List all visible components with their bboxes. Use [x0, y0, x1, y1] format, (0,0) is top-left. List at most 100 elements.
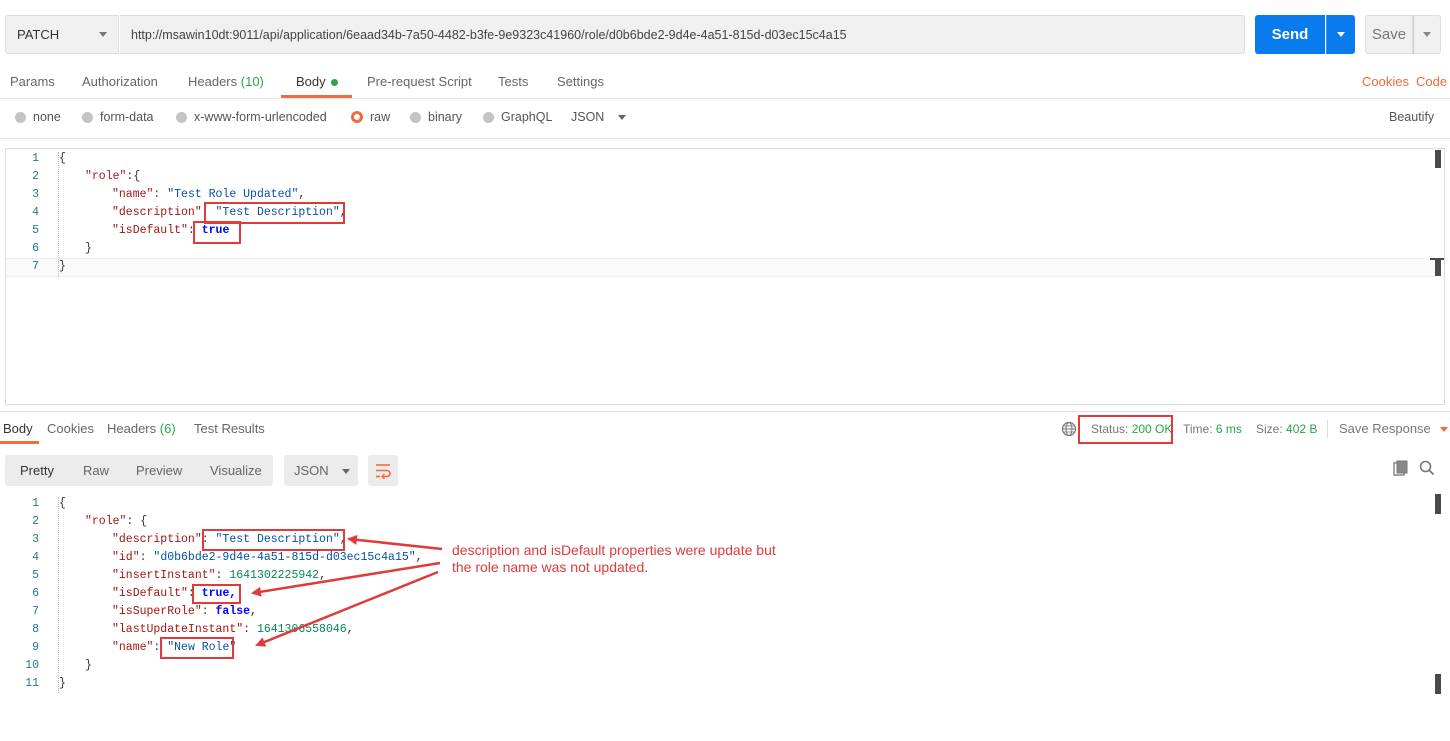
indent-guide — [58, 497, 60, 693]
line-number: 3 — [32, 188, 39, 201]
view-pretty[interactable]: Pretty — [20, 463, 54, 478]
save-options-button[interactable] — [1413, 15, 1441, 54]
radio-binary-label: binary — [428, 110, 463, 124]
radio-form-data[interactable]: form-data — [82, 110, 154, 124]
scrollbar-thumb[interactable] — [1435, 150, 1441, 168]
time-value: 6 ms — [1215, 422, 1242, 436]
json-key: "isSuperRole" — [112, 605, 202, 618]
response-tab-headers-label: Headers — [107, 421, 157, 436]
copy-icon[interactable] — [1393, 460, 1409, 479]
save-button[interactable]: Save — [1365, 15, 1413, 54]
code-link[interactable]: Code — [1416, 74, 1447, 98]
json-key: "id" — [112, 551, 140, 564]
highlight-box — [202, 529, 345, 551]
brace: } — [59, 260, 66, 273]
save-response-label: Save Response — [1339, 421, 1431, 436]
json-value: "d0b6bde2-9d4e-4a51-815d-d03ec15c4a15" — [153, 551, 416, 564]
beautify-link[interactable]: Beautify — [1389, 110, 1434, 124]
json-value: false — [215, 605, 251, 618]
view-raw-label: Raw — [83, 463, 110, 478]
radio-form-data-label: form-data — [100, 110, 154, 124]
code-line: "id": "d0b6bde2-9d4e-4a51-815d-d03ec15c4… — [112, 551, 423, 564]
radio-icon — [176, 111, 187, 123]
view-visualize[interactable]: Visualize — [210, 463, 262, 478]
format-label: JSON — [571, 110, 605, 124]
response-scrollbar-thumb[interactable] — [1435, 494, 1441, 514]
chevron-down-icon — [99, 32, 107, 37]
response-scrollbar-marker — [1435, 674, 1441, 694]
radio-urlencoded[interactable]: x-www-form-urlencoded — [176, 110, 327, 124]
json-key: "role" — [85, 170, 127, 183]
view-visualize-label: Visualize — [210, 463, 262, 478]
line-number: 7 — [32, 605, 39, 618]
radio-urlencoded-label: x-www-form-urlencoded — [194, 110, 327, 124]
line-number: 9 — [32, 641, 39, 654]
tab-headers-label: Headers — [188, 74, 238, 89]
response-tab-body[interactable]: Body — [3, 421, 33, 436]
response-tab-cookies[interactable]: Cookies — [47, 421, 94, 436]
options-divider — [0, 138, 1450, 139]
response-format-label: JSON — [294, 463, 329, 478]
save-response-button[interactable]: Save Response — [1339, 421, 1448, 436]
url-input[interactable]: http://msawin10dt:9011/api/application/6… — [120, 15, 1245, 54]
tab-settings[interactable]: Settings — [557, 74, 604, 98]
tab-params[interactable]: Params — [10, 74, 55, 98]
line-number: 3 — [32, 533, 39, 546]
tab-tests-label: Tests — [498, 74, 529, 89]
format-select[interactable]: JSON — [571, 110, 627, 124]
globe-icon[interactable] — [1061, 421, 1077, 440]
chevron-down-icon — [618, 114, 627, 120]
radio-raw[interactable]: raw — [351, 110, 390, 124]
radio-binary[interactable]: binary — [410, 110, 462, 124]
indent-guide — [58, 152, 60, 276]
radio-graphql[interactable]: GraphQL — [483, 110, 552, 124]
json-key: "role" — [85, 515, 127, 528]
response-tab-headers[interactable]: Headers (6) — [107, 421, 176, 436]
radio-icon — [82, 111, 93, 123]
radio-none[interactable]: none — [15, 110, 61, 124]
highlight-box — [192, 584, 241, 604]
code-line: { — [59, 497, 66, 510]
line-number: 5 — [32, 224, 39, 237]
send-options-button[interactable] — [1326, 15, 1355, 54]
tabs-divider — [0, 98, 1450, 99]
brace: { — [59, 152, 66, 165]
chevron-down-icon — [341, 469, 350, 475]
size-indicator: Size: 402 B — [1256, 422, 1317, 436]
search-icon[interactable] — [1419, 460, 1435, 479]
json-value: "Test Role Updated" — [167, 188, 299, 201]
send-label: Send — [1271, 26, 1309, 43]
tab-authorization-label: Authorization — [82, 74, 158, 89]
pane-divider — [0, 411, 1450, 412]
tab-prerequest-label: Pre-request Script — [367, 74, 472, 89]
line-number: 1 — [32, 497, 39, 510]
tab-authorization[interactable]: Authorization — [82, 74, 158, 98]
tab-prerequest-script[interactable]: Pre-request Script — [367, 74, 472, 98]
tab-tests[interactable]: Tests — [498, 74, 528, 98]
tab-params-label: Params — [10, 74, 55, 89]
json-key: "isDefault" — [112, 587, 188, 600]
line-number: 4 — [32, 206, 39, 219]
tab-headers[interactable]: Headers (10) — [188, 74, 264, 98]
save-label: Save — [1371, 26, 1407, 43]
active-line-highlight — [6, 258, 1436, 277]
send-button[interactable]: Send — [1255, 15, 1325, 54]
code-link-label: Code — [1416, 74, 1448, 89]
beautify-label: Beautify — [1389, 110, 1435, 124]
brace: } — [59, 677, 66, 690]
line-number: 2 — [32, 515, 39, 528]
cookies-link-label: Cookies — [1362, 74, 1409, 89]
radio-graphql-label: GraphQL — [501, 110, 553, 124]
cookies-link[interactable]: Cookies — [1362, 74, 1409, 98]
response-tab-cookies-label: Cookies — [47, 421, 94, 436]
line-number: 8 — [32, 623, 39, 636]
json-key: "insertInstant" — [112, 569, 216, 582]
radio-icon — [410, 111, 421, 123]
meta-divider — [1327, 420, 1328, 438]
code-line: } — [59, 677, 66, 690]
response-tab-test-results[interactable]: Test Results — [194, 421, 265, 436]
method-select[interactable]: PATCH — [5, 15, 119, 54]
view-raw[interactable]: Raw — [83, 463, 109, 478]
chevron-down-icon — [1439, 427, 1448, 433]
view-preview[interactable]: Preview — [136, 463, 182, 478]
